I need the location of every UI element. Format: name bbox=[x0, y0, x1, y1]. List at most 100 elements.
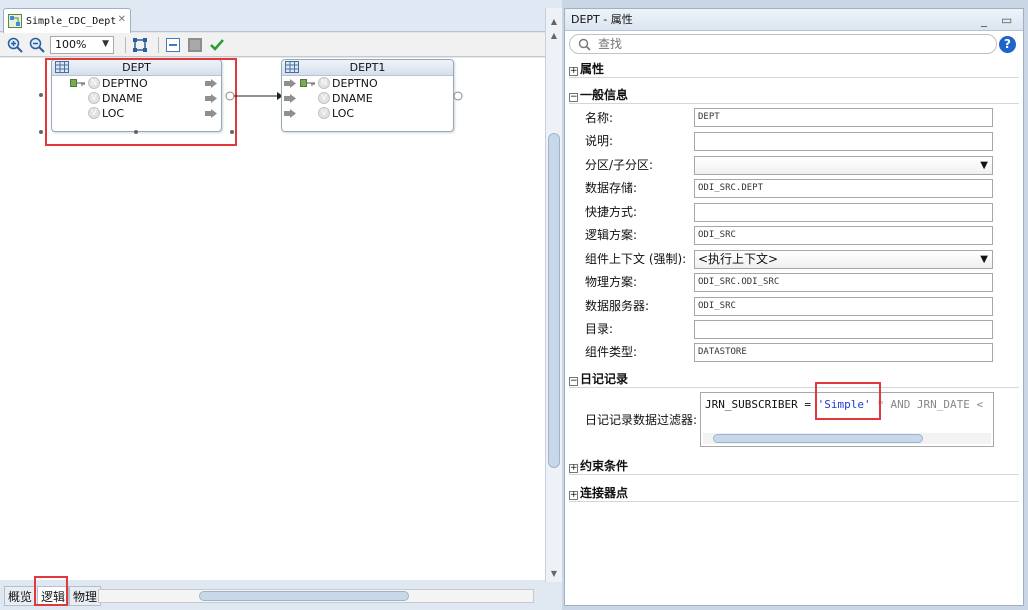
properties-panel: DEPT - 属性 _ ▭ ? +属性 −一般信息 名称: DEPT 说明: 分… bbox=[564, 8, 1024, 606]
code-text: JRN_SUBSCRIBER = bbox=[705, 398, 818, 411]
toolbar-separator bbox=[125, 36, 126, 53]
section-title: 连接器点 bbox=[580, 486, 629, 500]
node-title: DEPT1 bbox=[349, 61, 386, 74]
scroll-up-icon[interactable]: ▲ bbox=[548, 16, 560, 28]
attribute-row[interactable]: V LOC bbox=[282, 106, 453, 121]
attribute-name: DNAME bbox=[332, 92, 373, 105]
name-field[interactable]: DEPT bbox=[694, 108, 993, 127]
scroll-up-icon[interactable]: ▲ bbox=[548, 30, 560, 42]
search-box[interactable] bbox=[569, 34, 997, 54]
datastore-field[interactable]: ODI_SRC.DEPT bbox=[694, 179, 993, 198]
field-label-description: 说明: bbox=[585, 134, 614, 148]
zoom-in-icon[interactable] bbox=[6, 36, 24, 54]
editor-tab[interactable]: Simple_CDC_Dept ✕ bbox=[3, 8, 131, 33]
scrollbar-thumb[interactable] bbox=[199, 591, 409, 601]
mapping-icon bbox=[8, 14, 22, 28]
field-label-catalog: 目录: bbox=[585, 322, 614, 336]
attribute-row[interactable]: V DNAME bbox=[282, 91, 453, 106]
validate-check-icon[interactable] bbox=[208, 36, 226, 54]
scroll-down-icon[interactable]: ▼ bbox=[548, 568, 560, 580]
shortcut-field[interactable] bbox=[694, 203, 993, 222]
field-label-shortcut: 快捷方式: bbox=[585, 205, 638, 219]
editor-tab-label: Simple_CDC_Dept bbox=[26, 15, 117, 27]
attribute-name: LOC bbox=[332, 107, 355, 120]
panel-title: DEPT - 属性 bbox=[571, 13, 633, 26]
section-journal[interactable]: − 日记记录 bbox=[569, 370, 1019, 388]
input-port-icon[interactable] bbox=[284, 79, 296, 88]
input-port-icon[interactable] bbox=[284, 94, 296, 103]
logical-schema-field[interactable]: ODI_SRC bbox=[694, 226, 993, 245]
toolbar-separator bbox=[158, 36, 159, 53]
chevron-down-icon: ▼ bbox=[980, 160, 988, 171]
diagram-canvas[interactable]: DEPT N DEPTNO V DNAME V LOC DEPT1 N DEPT… bbox=[0, 58, 545, 580]
field-label-journal-filter: 日记记录数据过滤器: bbox=[585, 413, 698, 427]
collapse-icon[interactable] bbox=[164, 36, 182, 54]
field-label-context: 组件上下文 (强制): bbox=[585, 252, 687, 266]
layout-icon[interactable] bbox=[186, 36, 204, 54]
attribute-type-icon: V bbox=[318, 92, 330, 104]
tab-overview[interactable]: 概览 bbox=[4, 586, 37, 606]
context-select[interactable]: <执行上下文> ▼ bbox=[694, 250, 993, 269]
output-port-icon[interactable] bbox=[453, 91, 463, 101]
chevron-down-icon: ▼ bbox=[980, 254, 988, 265]
field-label-partition: 分区/子分区: bbox=[585, 158, 654, 172]
attribute-name: DEPTNO bbox=[332, 77, 378, 90]
data-server-field[interactable]: ODI_SRC bbox=[694, 297, 993, 316]
tab-physical[interactable]: 物理 bbox=[69, 586, 102, 606]
fit-to-window-icon[interactable] bbox=[131, 36, 149, 54]
selection-handle[interactable] bbox=[39, 93, 43, 97]
input-port-icon[interactable] bbox=[284, 109, 296, 118]
connector-arrow[interactable] bbox=[222, 88, 287, 104]
highlight-box bbox=[34, 576, 68, 606]
section-general[interactable]: − 一般信息 bbox=[569, 86, 1019, 104]
collapse-icon[interactable]: − bbox=[569, 93, 578, 102]
catalog-field[interactable] bbox=[694, 320, 993, 339]
search-icon bbox=[578, 38, 591, 51]
section-title: 日记记录 bbox=[580, 372, 629, 386]
canvas-vertical-scrollbar[interactable]: ▲ ▲ ▼ bbox=[545, 8, 562, 582]
minimize-icon[interactable]: _ bbox=[981, 9, 987, 31]
section-constraints[interactable]: + 约束条件 bbox=[569, 457, 1019, 475]
maximize-icon[interactable]: ▭ bbox=[1001, 9, 1012, 31]
section-title: 一般信息 bbox=[580, 88, 629, 102]
key-icon bbox=[300, 79, 315, 87]
field-label-physical-schema: 物理方案: bbox=[585, 275, 638, 289]
scrollbar-thumb[interactable] bbox=[548, 133, 560, 468]
field-label-component-type: 组件类型: bbox=[585, 345, 638, 359]
node-header: DEPT1 bbox=[282, 60, 453, 76]
editor-tab-strip: Simple_CDC_Dept ✕ bbox=[0, 0, 562, 33]
zoom-level-select[interactable]: 100% ▼ bbox=[50, 35, 114, 54]
zoom-out-icon[interactable] bbox=[28, 36, 46, 54]
section-attributes[interactable]: + 属性 bbox=[569, 60, 1019, 78]
help-icon[interactable]: ? bbox=[999, 36, 1016, 53]
zoom-level-value: 100% bbox=[55, 38, 87, 51]
description-field[interactable] bbox=[694, 132, 993, 151]
attribute-row[interactable]: N DEPTNO bbox=[282, 76, 453, 91]
expand-icon[interactable]: + bbox=[569, 491, 578, 500]
scrollbar-thumb[interactable] bbox=[713, 434, 923, 443]
expand-icon[interactable]: + bbox=[569, 67, 578, 76]
journal-horizontal-scrollbar[interactable] bbox=[703, 433, 991, 444]
canvas-horizontal-scrollbar[interactable] bbox=[98, 589, 534, 603]
search-input[interactable] bbox=[598, 37, 978, 51]
field-label-data-server: 数据服务器: bbox=[585, 299, 650, 313]
physical-schema-field[interactable]: ODI_SRC.ODI_SRC bbox=[694, 273, 993, 292]
mapping-editor: Simple_CDC_Dept ✕ 100% ▼ DEPT N DEPTNO V… bbox=[0, 0, 562, 610]
expand-icon[interactable]: + bbox=[569, 464, 578, 473]
partition-select[interactable]: ▼ bbox=[694, 156, 993, 175]
field-label-datastore: 数据存储: bbox=[585, 181, 638, 195]
close-icon[interactable]: ✕ bbox=[118, 14, 126, 25]
collapse-icon[interactable]: − bbox=[569, 377, 578, 386]
selection-handle[interactable] bbox=[39, 130, 43, 134]
field-label-name: 名称: bbox=[585, 111, 614, 125]
field-label-logical-schema: 逻辑方案: bbox=[585, 228, 638, 242]
section-title: 属性 bbox=[580, 62, 605, 76]
component-type-field[interactable]: DATASTORE bbox=[694, 343, 993, 362]
table-icon bbox=[285, 61, 299, 73]
highlight-box bbox=[45, 58, 237, 146]
diagram-toolbar: 100% ▼ bbox=[0, 33, 545, 57]
attribute-type-icon: V bbox=[318, 107, 330, 119]
section-connector-points[interactable]: + 连接器点 bbox=[569, 484, 1019, 502]
datastore-node-dept1[interactable]: DEPT1 N DEPTNO V DNAME V LOC bbox=[281, 59, 454, 132]
attribute-type-icon: N bbox=[318, 77, 330, 89]
